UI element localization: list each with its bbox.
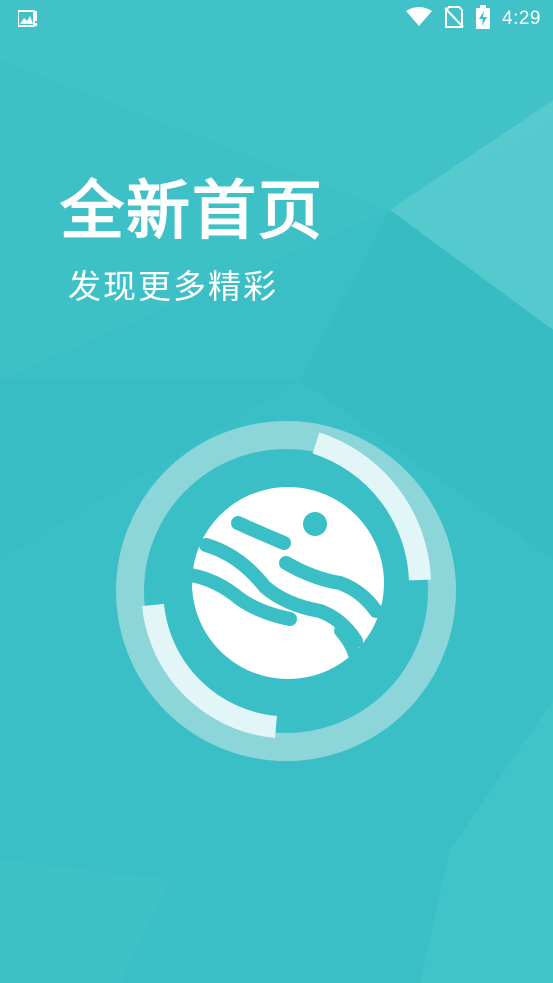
page-title: 全新首页 (60, 175, 324, 249)
status-bar: 4:29 (0, 0, 553, 38)
image-notification-icon (17, 10, 38, 28)
app-logo-icon (116, 421, 456, 761)
battery-charging-icon (476, 5, 491, 33)
status-time: 4:29 (502, 8, 541, 29)
logo-dot (303, 512, 327, 536)
status-icons: 4:29 (406, 5, 541, 33)
app-logo (110, 415, 462, 767)
no-sim-icon (444, 6, 464, 32)
page-subtitle: 发现更多精彩 (68, 267, 278, 306)
wifi-icon (406, 7, 433, 31)
